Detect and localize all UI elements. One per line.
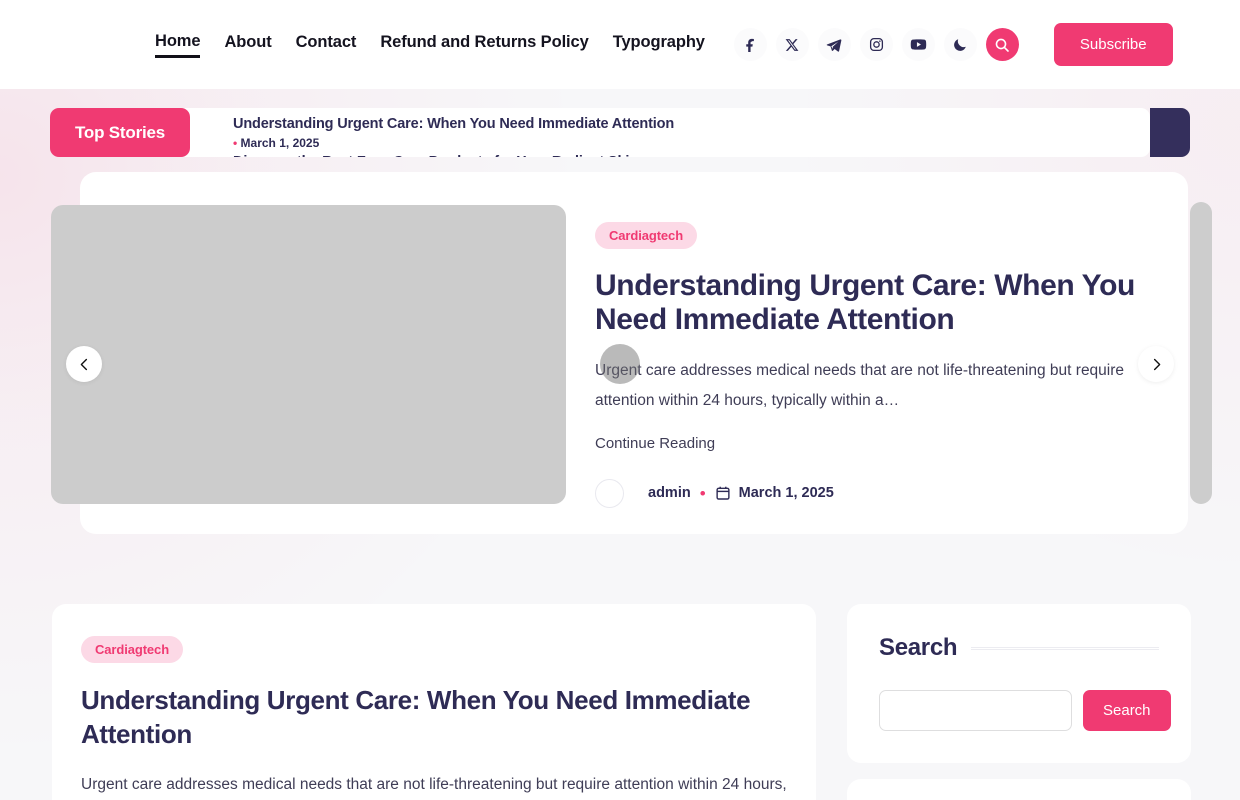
site-header: Home About Contact Refund and Returns Po… (0, 0, 1240, 89)
article-category-badge[interactable]: Cardiagtech (81, 636, 184, 663)
hero-content: Cardiagtech Understanding Urgent Care: W… (595, 222, 1155, 508)
social-links (733, 28, 1019, 61)
slider-prev-button[interactable] (66, 346, 102, 382)
instagram-icon[interactable] (859, 28, 893, 61)
ticker-item[interactable]: Discover the Best Face Care Products for… (233, 150, 1150, 157)
ticker-item-date: • March 1, 2025 (233, 135, 320, 150)
author-avatar (595, 478, 624, 508)
hero-author[interactable]: admin (648, 485, 691, 501)
slider-next-button[interactable] (1138, 346, 1174, 382)
youtube-icon[interactable] (901, 28, 935, 61)
hero-date-text: March 1, 2025 (738, 485, 834, 502)
search-widget: Search Search (847, 604, 1191, 763)
sidebar-widget-secondary (847, 779, 1191, 800)
hero-category-badge[interactable]: Cardiagtech (595, 222, 698, 249)
nav-item-typography[interactable]: Typography (613, 33, 705, 56)
header-search-icon[interactable] (985, 28, 1019, 61)
x-twitter-icon[interactable] (775, 28, 809, 61)
dark-mode-toggle[interactable] (943, 28, 977, 61)
search-submit-button[interactable]: Search (1083, 690, 1171, 731)
chevron-right-icon (1153, 358, 1160, 370)
top-stories-ticker: Top Stories Understanding Urgent Care: W… (50, 108, 1190, 157)
hero-excerpt: Urgent care addresses medical needs that… (595, 361, 1125, 409)
widget-divider (971, 646, 1159, 650)
search-form: Search (879, 690, 1171, 731)
calendar-icon (716, 486, 730, 500)
nav-item-home[interactable]: Home (155, 32, 201, 58)
article-title[interactable]: Understanding Urgent Care: When You Need… (81, 684, 781, 752)
ticker-item[interactable]: Understanding Urgent Care: When You Need… (233, 108, 1150, 150)
hero-title[interactable]: Understanding Urgent Care: When You Need… (595, 269, 1140, 337)
nav-item-contact[interactable]: Contact (296, 33, 357, 56)
article-card: Cardiagtech Understanding Urgent Care: W… (52, 604, 816, 800)
article-excerpt: Urgent care addresses medical needs that… (81, 775, 787, 793)
ticker-item-title[interactable]: Understanding Urgent Care: When You Need… (233, 115, 1150, 134)
hero-continue-reading-link[interactable]: Continue Reading (595, 435, 715, 452)
subscribe-button[interactable]: Subscribe (1053, 23, 1173, 66)
facebook-icon[interactable] (733, 28, 767, 61)
ticker-items[interactable]: Understanding Urgent Care: When You Need… (181, 108, 1150, 157)
slider-next-slide-peek (1190, 202, 1212, 504)
hero-meta: admin • March 1, 2025 (595, 478, 1155, 508)
telegram-icon[interactable] (817, 28, 851, 61)
search-widget-title: Search (879, 634, 958, 661)
ticker-end-block (1150, 108, 1190, 157)
ticker-item-title[interactable]: Discover the Best Face Care Products for… (233, 153, 1150, 157)
nav-item-refund-and-returns-policy[interactable]: Refund and Returns Policy (380, 33, 588, 56)
ticker-bullet-icon: • (233, 135, 238, 150)
main-navigation: Home About Contact Refund and Returns Po… (155, 32, 705, 58)
hero-featured-image[interactable] (51, 205, 566, 504)
hero-date: March 1, 2025 (715, 485, 834, 501)
top-stories-label: Top Stories (50, 108, 190, 157)
search-widget-header: Search (879, 634, 1159, 662)
chevron-left-icon (80, 358, 87, 370)
search-input[interactable] (879, 690, 1072, 731)
nav-item-about[interactable]: About (224, 33, 271, 56)
meta-separator-dot-icon: • (699, 483, 706, 503)
